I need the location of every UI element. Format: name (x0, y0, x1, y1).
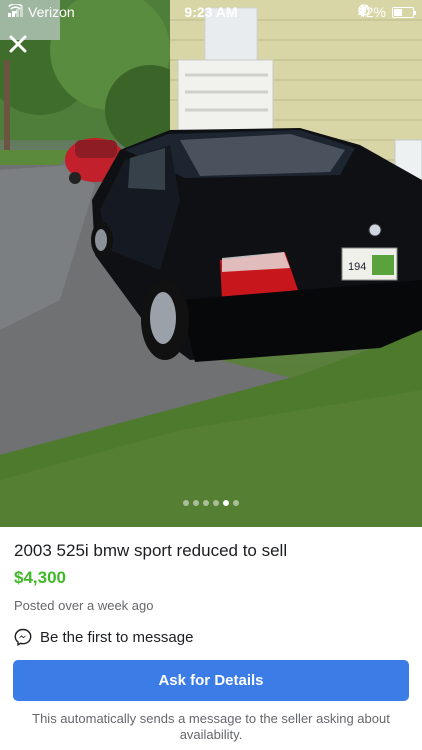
listing-details: 2003 525i bmw sport reduced to sell $4,3… (0, 527, 422, 750)
photo-pager[interactable] (0, 500, 422, 506)
close-button[interactable] (8, 34, 36, 62)
messenger-icon (14, 628, 32, 646)
photo-pager-dot[interactable] (213, 500, 219, 506)
photo-pager-dot[interactable] (203, 500, 209, 506)
battery-icon (392, 6, 416, 18)
bluetooth-icon (358, 4, 366, 17)
photo-pager-dot[interactable] (193, 500, 199, 506)
photo-pager-dot[interactable] (233, 500, 239, 506)
photo-pager-dot[interactable] (223, 500, 229, 506)
auto-message-note: This automatically sends a message to th… (32, 711, 390, 742)
listing-photo[interactable]: 194 Verizon 9:23 AM 42% (0, 0, 422, 527)
listing-title: 2003 525i bmw sport reduced to sell (14, 541, 288, 560)
ask-for-details-button[interactable]: Ask for Details (13, 660, 409, 701)
status-bar: Verizon 9:23 AM 42% (0, 0, 422, 24)
posted-time: Posted over a week ago (14, 598, 154, 613)
listing-price: $4,300 (14, 568, 66, 587)
photo-pager-dot[interactable] (183, 500, 189, 506)
status-bar-right: 42% (358, 4, 416, 20)
battery-level (394, 8, 402, 16)
close-icon (9, 35, 27, 53)
car-photo-illustration: 194 (0, 0, 422, 527)
message-prompt-row[interactable]: Be the first to message (14, 628, 193, 646)
message-prompt-label: Be the first to message (40, 628, 194, 646)
svg-text:194: 194 (348, 261, 366, 273)
